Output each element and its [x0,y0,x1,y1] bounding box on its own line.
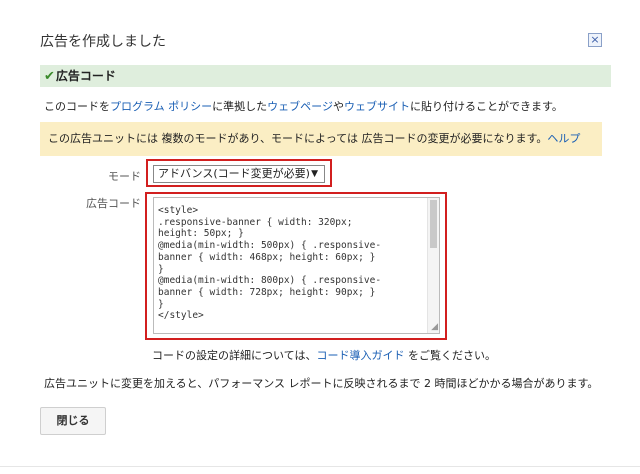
description-text: このコードをプログラム ポリシーに準拠したウェブページやウェブサイトに貼り付ける… [44,98,563,114]
code-label: 広告コード [86,197,141,210]
dropdown-arrow-icon: ▼ [311,169,318,179]
details-part: をご覧ください。 [404,349,496,362]
check-icon: ✔ [44,69,55,84]
website-link[interactable]: ウェブサイト [344,100,410,113]
close-button[interactable]: 閉じる [40,407,106,435]
scroll-thumb[interactable] [430,200,437,248]
description-part: や [332,100,344,113]
program-policy-link[interactable]: プログラム ポリシー [110,100,212,113]
mode-notice: この広告ユニットには 複数のモードがあり、モードによっては 広告コードの変更が必… [40,122,602,156]
description-part: に準拠した [212,100,268,113]
mode-highlight: アドバンス(コード変更が必要) ▼ [146,159,332,187]
section-header: ✔広告コード [40,65,611,87]
code-scrollbar[interactable] [427,198,439,333]
details-text: コードの設定の詳細については、コード導入ガイド をご覧ください。 [152,347,496,363]
details-part: コードの設定の詳細については、 [152,349,317,362]
mode-select[interactable]: アドバンス(コード変更が必要) ▼ [153,165,325,183]
ad-code-text: <style> .responsive-banner { width: 320p… [158,205,382,322]
section-header-label: 広告コード [55,69,116,83]
footer-note: 広告ユニットに変更を加えると、パフォーマンス レポートに反映されるまで 2 時間… [44,377,599,390]
ad-created-dialog: 広告を作成しました × ✔広告コード このコードをプログラム ポリシーに準拠した… [0,0,640,474]
code-guide-link[interactable]: コード導入ガイド [316,349,404,362]
help-link[interactable]: ヘルプ [547,132,580,145]
notice-text: この広告ユニットには 複数のモードがあり、モードによっては 広告コードの変更が必… [48,132,548,145]
code-highlight: <style> .responsive-banner { width: 320p… [145,192,447,340]
divider [0,466,640,467]
dialog-title: 広告を作成しました [40,34,166,50]
close-icon[interactable]: × [588,33,602,47]
mode-selected-value: アドバンス(コード変更が必要) [158,167,310,180]
mode-label: モード [108,170,141,183]
description-part: このコードを [44,100,110,113]
ad-code-textarea[interactable]: <style> .responsive-banner { width: 320p… [153,197,440,334]
description-part: に貼り付けることができます。 [409,100,563,113]
resize-handle-icon[interactable]: ◢ [431,323,438,332]
web-page-link[interactable]: ウェブページ [267,100,333,113]
